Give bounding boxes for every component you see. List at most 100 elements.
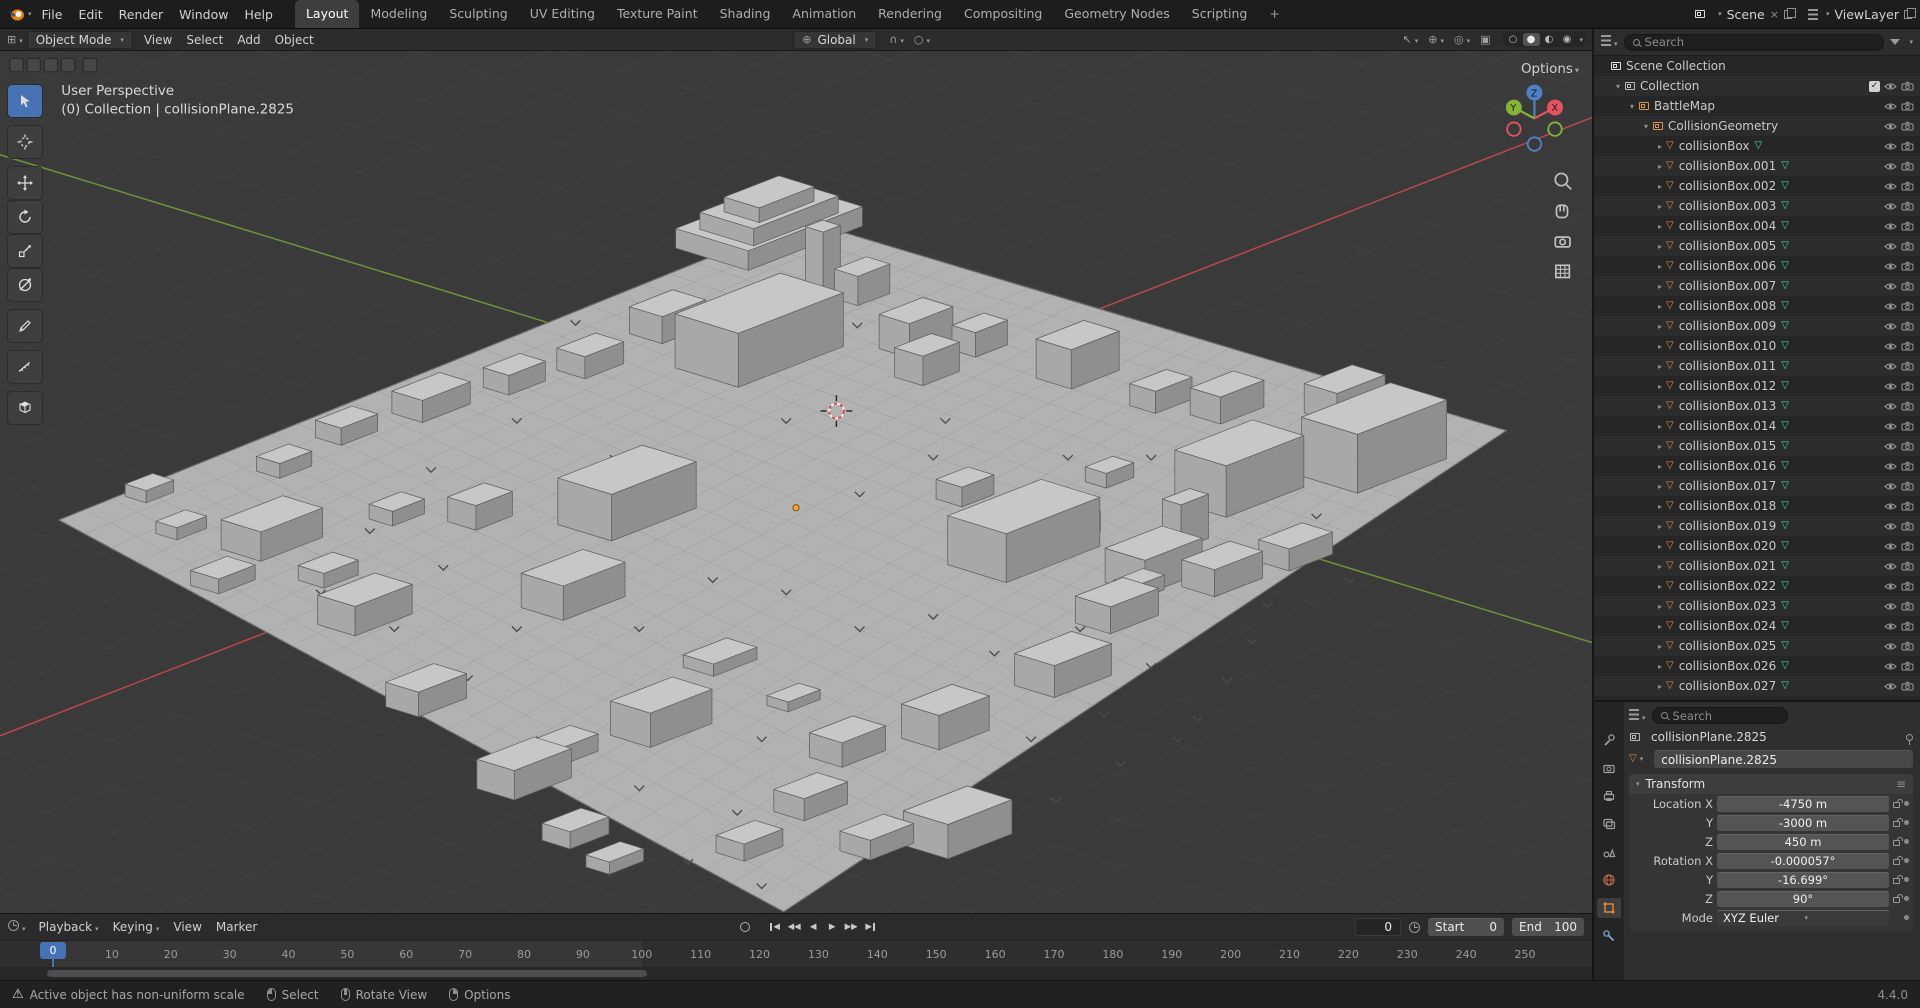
number-field[interactable]: 450 m: [1717, 834, 1889, 850]
tool-option-icon[interactable]: [61, 58, 74, 71]
outliner-item-label[interactable]: collisionBox.018: [1679, 499, 1777, 513]
expander-icon[interactable]: ▸: [1654, 362, 1666, 371]
outliner-row[interactable]: ▸▽collisionBox.027▽: [1594, 676, 1920, 696]
outliner-item-label[interactable]: collisionBox.010: [1679, 339, 1777, 353]
timeline-menu-marker[interactable]: Marker: [209, 918, 264, 936]
tool-select-box[interactable]: [8, 85, 42, 117]
eye-icon[interactable]: [1884, 402, 1897, 411]
expander-icon[interactable]: ▸: [1654, 282, 1666, 291]
expander-icon[interactable]: ▸: [1654, 602, 1666, 611]
timeline-menu-keying[interactable]: Keying▾: [106, 918, 167, 936]
camera-icon[interactable]: [1901, 301, 1914, 311]
camera-icon[interactable]: [1901, 221, 1914, 231]
jump-start-button[interactable]: ◀: [766, 919, 785, 936]
expander-icon[interactable]: ▸: [1654, 542, 1666, 551]
eye-icon[interactable]: [1884, 642, 1897, 651]
expander-icon[interactable]: ▸: [1654, 242, 1666, 251]
3d-viewport[interactable]: User Perspective(0) Collection | collisi…: [0, 51, 1592, 913]
eye-icon[interactable]: [1884, 602, 1897, 611]
snap-magnet-icon[interactable]: ∩▾: [889, 33, 904, 46]
timeline-menu-view[interactable]: View: [166, 918, 208, 936]
outliner-item-label[interactable]: Collection: [1640, 79, 1699, 93]
outliner-item-label[interactable]: collisionBox.027: [1679, 679, 1777, 693]
eye-icon[interactable]: [1884, 322, 1897, 331]
properties-tab-viewlayer[interactable]: [1597, 814, 1621, 834]
camera-icon[interactable]: [1901, 241, 1914, 251]
current-frame-field[interactable]: 0: [1355, 918, 1401, 936]
expander-icon[interactable]: ▸: [1654, 642, 1666, 651]
blender-logo[interactable]: ▾: [8, 7, 32, 22]
play-reverse-button[interactable]: ◀: [804, 919, 823, 936]
tool-option-icon[interactable]: [27, 58, 40, 71]
expander-icon[interactable]: ▸: [1654, 422, 1666, 431]
workspace-tab-modeling[interactable]: Modeling: [359, 0, 438, 28]
auto-keying-icon[interactable]: [740, 922, 750, 932]
camera-icon[interactable]: [1901, 541, 1914, 551]
camera-icon[interactable]: [1901, 141, 1914, 151]
outliner-row[interactable]: ▸▽collisionBox.006▽: [1594, 256, 1920, 276]
outliner-row[interactable]: ▸▽collisionBox.012▽: [1594, 376, 1920, 396]
outliner-item-label[interactable]: collisionBox.004: [1679, 219, 1777, 233]
menu-window[interactable]: Window: [171, 4, 236, 25]
expander-icon[interactable]: ▸: [1654, 462, 1666, 471]
shading-solid-icon[interactable]: ●: [1523, 33, 1540, 46]
workspace-tab-animation[interactable]: Animation: [781, 0, 867, 28]
tool-option-icon[interactable]: [44, 58, 57, 71]
expander-icon[interactable]: ▸: [1654, 402, 1666, 411]
eye-icon[interactable]: [1884, 662, 1897, 671]
tool-move[interactable]: [8, 167, 42, 199]
eye-icon[interactable]: [1884, 582, 1897, 591]
decorator-dot[interactable]: [1904, 839, 1909, 844]
pin-icon[interactable]: [1906, 734, 1913, 741]
eye-icon[interactable]: [1884, 302, 1897, 311]
camera-icon[interactable]: [1901, 361, 1914, 371]
expander-icon[interactable]: ▸: [1654, 502, 1666, 511]
camera-icon[interactable]: [1901, 181, 1914, 191]
outliner-row[interactable]: ▸▽collisionBox.002▽: [1594, 176, 1920, 196]
workspace-tab-scripting[interactable]: Scripting: [1181, 0, 1259, 28]
camera-icon[interactable]: [1901, 661, 1914, 671]
camera-icon[interactable]: [1901, 581, 1914, 591]
outliner-item-label[interactable]: collisionBox.007: [1679, 279, 1777, 293]
expander-icon[interactable]: ▸: [1654, 382, 1666, 391]
expander-icon[interactable]: ▸: [1654, 582, 1666, 591]
expander-icon[interactable]: ▸: [1654, 562, 1666, 571]
menu-help[interactable]: Help: [236, 4, 281, 25]
outliner-row[interactable]: ▸▽collisionBox.001▽: [1594, 156, 1920, 176]
expander-icon[interactable]: ▸: [1654, 682, 1666, 691]
tool-scale[interactable]: [8, 235, 42, 267]
eye-icon[interactable]: [1884, 182, 1897, 191]
panel-options-icon[interactable]: ≡: [1896, 777, 1906, 791]
expander-icon[interactable]: ▸: [1654, 322, 1666, 331]
eye-icon[interactable]: [1884, 682, 1897, 691]
outliner-item-label[interactable]: collisionBox.024: [1679, 619, 1777, 633]
lock-icon[interactable]: [1893, 897, 1900, 903]
timeline-scrollbar[interactable]: [0, 967, 1592, 980]
outliner-row[interactable]: ▸▽collisionBox.023▽: [1594, 596, 1920, 616]
outliner-item-label[interactable]: collisionBox.021: [1679, 559, 1777, 573]
outliner-item-label[interactable]: collisionBox.025: [1679, 639, 1777, 653]
workspace-tab-rendering[interactable]: Rendering: [867, 0, 953, 28]
editor-type-icon[interactable]: ▾: [1629, 709, 1646, 723]
expander-icon[interactable]: ▸: [1654, 662, 1666, 671]
outliner-item-label[interactable]: collisionBox.012: [1679, 379, 1777, 393]
gizmo-axis-y[interactable]: Y: [1509, 103, 1516, 114]
outliner-row[interactable]: ▸▽collisionBox.007▽: [1594, 276, 1920, 296]
camera-icon[interactable]: [1901, 281, 1914, 291]
outliner-row[interactable]: ▸▽collisionBox.026▽: [1594, 656, 1920, 676]
outliner-item-label[interactable]: collisionBox.016: [1679, 459, 1777, 473]
outliner-item-label[interactable]: collisionBox.013: [1679, 399, 1777, 413]
viewport-menu-view[interactable]: View: [137, 31, 179, 49]
camera-icon[interactable]: [1901, 121, 1914, 131]
outliner-row[interactable]: ▸▽collisionBox▽: [1594, 136, 1920, 156]
menu-edit[interactable]: Edit: [70, 4, 110, 25]
eye-icon[interactable]: [1884, 102, 1897, 111]
outliner-item-label[interactable]: collisionBox.026: [1679, 659, 1777, 673]
eye-icon[interactable]: [1884, 522, 1897, 531]
prev-keyframe-button[interactable]: ◀◀: [785, 919, 804, 936]
menu-render[interactable]: Render: [111, 4, 172, 25]
xray-toggle-icon[interactable]: ▣: [1480, 33, 1490, 46]
playhead[interactable]: 0: [40, 942, 66, 959]
expander-icon[interactable]: ▸: [1654, 222, 1666, 231]
tool-annotate[interactable]: [8, 310, 42, 342]
